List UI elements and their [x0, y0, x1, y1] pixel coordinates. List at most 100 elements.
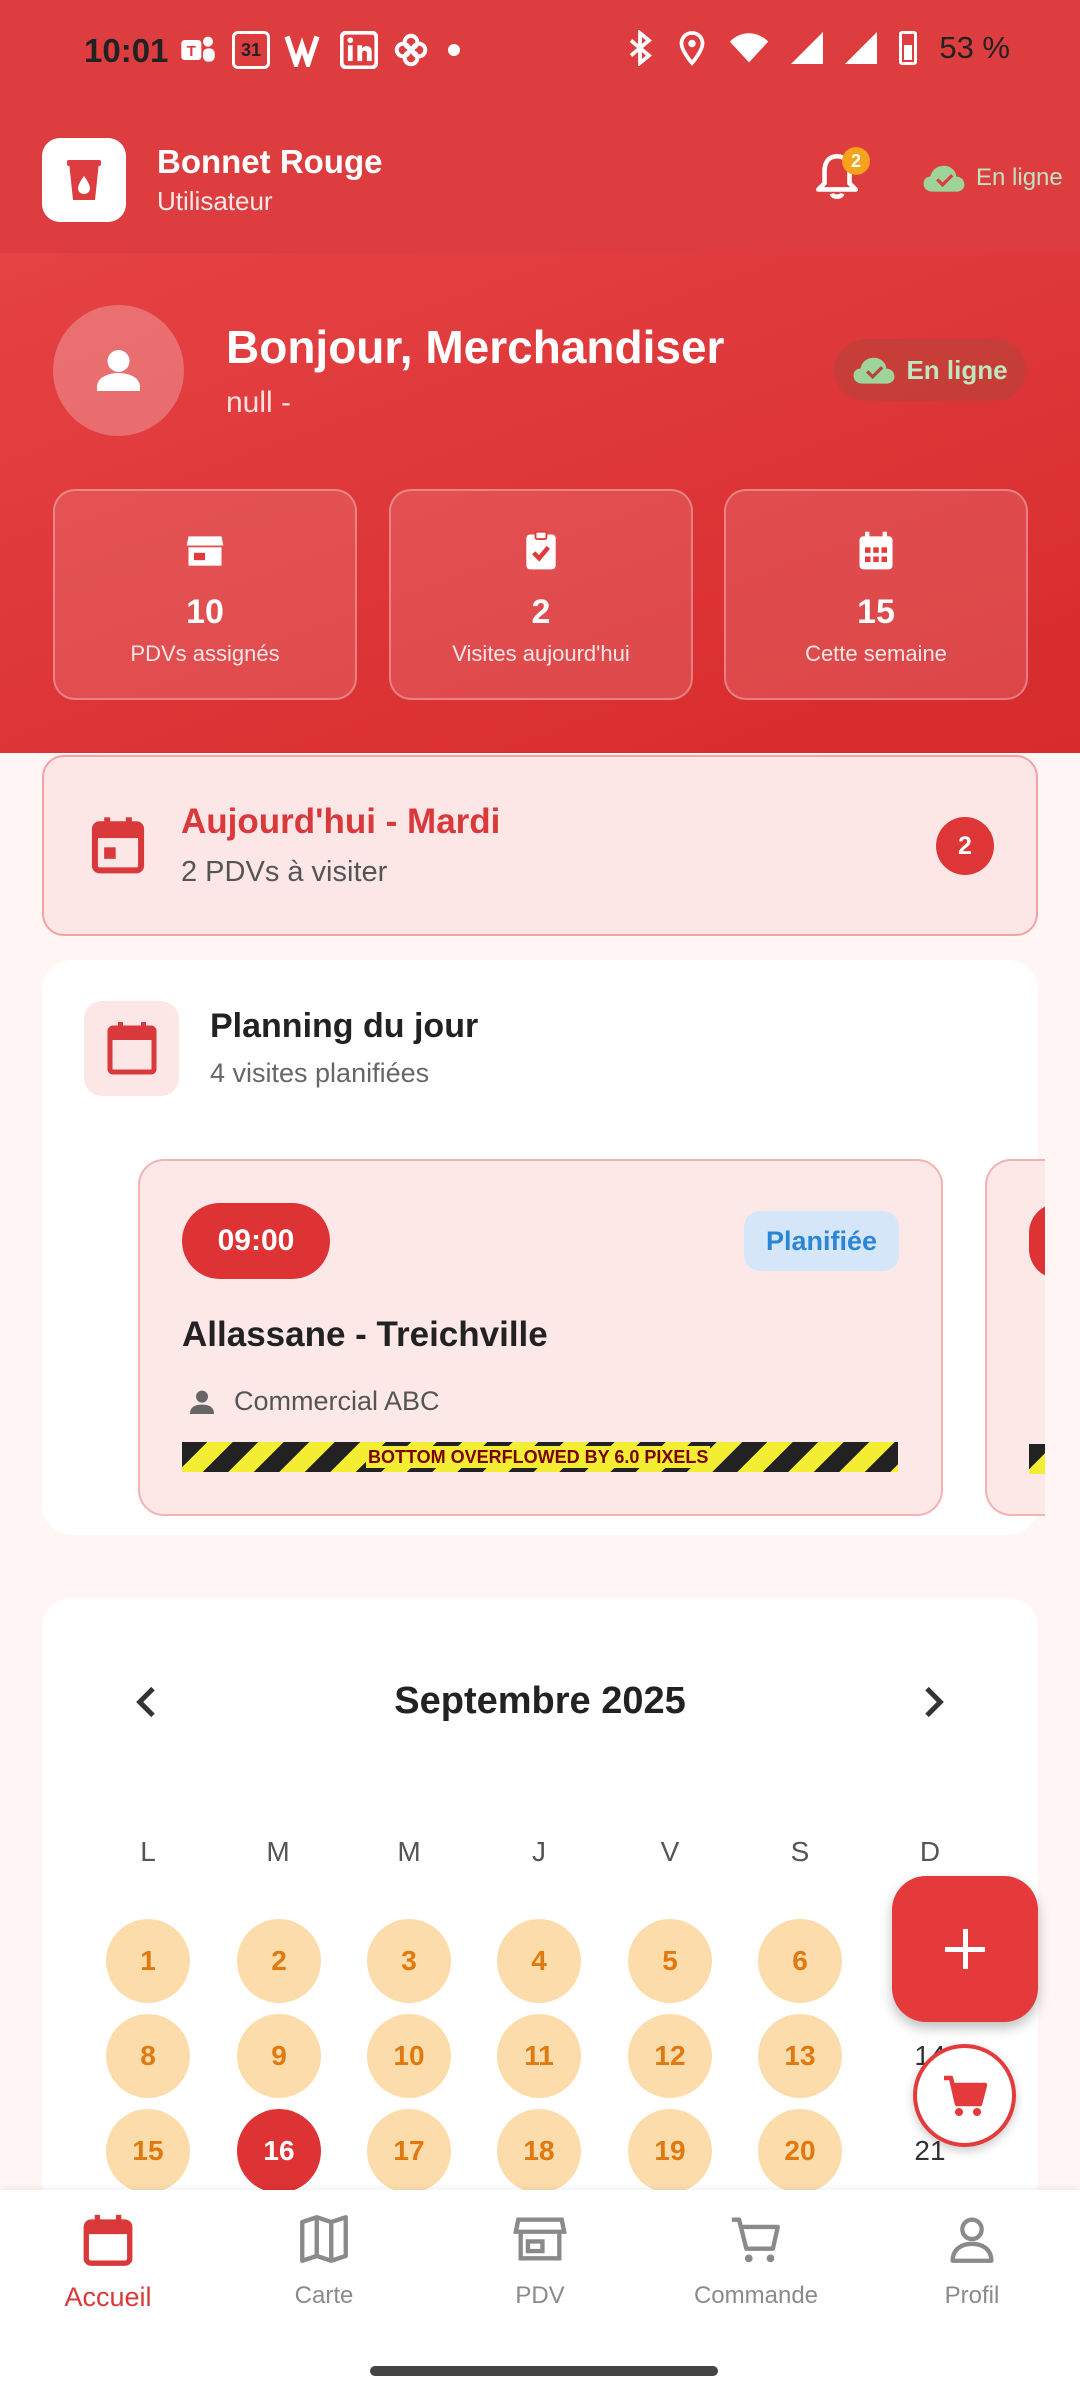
calendar-day[interactable]: 13: [758, 2014, 842, 2098]
visit-time-chip: 09:00: [182, 1203, 330, 1279]
app-role: Utilisateur: [157, 186, 273, 216]
clipboard-check-icon: [526, 530, 556, 570]
signal-icon: [791, 32, 824, 64]
calendar-day[interactable]: 1: [106, 1919, 190, 2003]
cart-button[interactable]: [913, 2044, 1016, 2147]
nav-label: Accueil: [64, 2282, 152, 2312]
calendar-day[interactable]: 9: [237, 2014, 321, 2098]
today-subtitle: 2 PDVs à visiter: [181, 856, 388, 888]
calendar-31-icon: 31: [232, 31, 270, 69]
nav-item-profil[interactable]: Profil: [882, 2210, 1062, 2310]
nav-item-accueil[interactable]: Accueil: [18, 2210, 198, 2313]
greeting-subtitle: null -: [226, 386, 292, 419]
nav-label: Carte: [294, 2282, 354, 2309]
stat-card-this-week[interactable]: 15 Cette semaine: [724, 489, 1028, 700]
calendar-day[interactable]: 6: [758, 1919, 842, 2003]
calendar-day[interactable]: 18: [497, 2109, 581, 2193]
chevron-left-icon[interactable]: [128, 1682, 168, 1722]
nav-item-carte[interactable]: Carte: [234, 2210, 414, 2310]
svg-text:T: T: [187, 43, 196, 60]
nav-label: Commande: [693, 2282, 819, 2309]
planning-subtitle: 4 visites planifiées: [210, 1058, 430, 1088]
calendar-icon: [91, 817, 145, 874]
add-button[interactable]: [892, 1876, 1038, 2022]
battery-percent: 53 %: [939, 30, 1010, 65]
store-icon: [513, 2217, 567, 2261]
person-icon: [97, 350, 140, 391]
weekday-label: L: [140, 1836, 156, 1867]
dot-icon: [448, 44, 460, 56]
signal-2-icon: [845, 32, 878, 64]
visit-card-next[interactable]: [985, 1159, 1045, 1516]
weekday-label: M: [397, 1836, 421, 1867]
calendar-day[interactable]: 5: [628, 1919, 712, 2003]
nav-label: PDV: [515, 2282, 565, 2309]
calendar-day-selected[interactable]: 16: [237, 2109, 321, 2193]
weekday-label: S: [790, 1836, 810, 1867]
weekday-label: V: [660, 1836, 680, 1867]
linkedin-icon: [340, 31, 378, 69]
map-icon: [300, 2215, 348, 2263]
calendar-day[interactable]: 19: [628, 2109, 712, 2193]
chevron-right-icon[interactable]: [912, 1682, 952, 1722]
stat-value: 10: [186, 593, 224, 631]
nav-item-commande[interactable]: Commande: [666, 2210, 846, 2310]
today-title: Aujourd'hui - Mardi: [181, 802, 501, 841]
app-logo: [42, 138, 126, 222]
stat-label: Cette semaine: [805, 641, 947, 666]
pinwheel-icon: [394, 33, 428, 67]
weekday-label: M: [266, 1836, 290, 1867]
home-indicator[interactable]: [370, 2366, 718, 2376]
visit-status-badge: Planifiée: [744, 1211, 899, 1271]
calendar-day[interactable]: 15: [106, 2109, 190, 2193]
person-icon: [190, 1390, 214, 1414]
notification-badge: 2: [842, 147, 870, 175]
today-banner[interactable]: [42, 755, 1038, 936]
overflow-warning-text: BOTTOM OVERFLOWED BY 6.0 PIXELS: [366, 1446, 711, 1468]
status-notification-icons: T 31: [178, 30, 464, 70]
calendar-icon: [859, 531, 893, 570]
wifi-icon: [730, 33, 769, 63]
cloud-check-icon: [923, 165, 965, 192]
stat-card-visits-today[interactable]: 2 Visites aujourd'hui: [389, 489, 693, 700]
calendar-day[interactable]: 10: [367, 2014, 451, 2098]
location-icon: [679, 31, 705, 66]
calendar-day[interactable]: 3: [367, 1919, 451, 2003]
nav-item-pdv[interactable]: PDV: [450, 2210, 630, 2310]
teams-icon: T: [181, 36, 215, 62]
visit-name: Allassane - Treichville: [182, 1315, 548, 1354]
stat-label: Visites aujourd'hui: [452, 641, 630, 666]
header-online-status: En ligne: [922, 163, 1063, 193]
calendar-day[interactable]: 8: [106, 2014, 190, 2098]
greeting: Bonjour, Merchandiser: [226, 321, 725, 373]
planning-title: Planning du jour: [210, 1007, 479, 1045]
overflow-warning-stripe: [1029, 1444, 1045, 1474]
cart-icon: [731, 2217, 780, 2263]
bluetooth-icon: [630, 30, 653, 66]
visit-time-chip: [1029, 1203, 1045, 1279]
weekday-label: J: [532, 1836, 546, 1867]
status-system-icons: 53 %: [625, 30, 1010, 66]
calendar-day[interactable]: 4: [497, 1919, 581, 2003]
store-icon: [186, 536, 224, 566]
cart-icon: [944, 2075, 988, 2116]
calendar-icon: [83, 2214, 133, 2266]
visit-commercial: Commercial ABC: [234, 1386, 440, 1416]
stat-value: 2: [531, 593, 551, 631]
calendar-day[interactable]: 12: [628, 2014, 712, 2098]
header-online-label: En ligne: [976, 164, 1063, 191]
status-time: 10:01: [84, 32, 169, 69]
calendar-day[interactable]: 20: [758, 2109, 842, 2193]
stat-card-pdvs[interactable]: 10 PDVs assignés: [53, 489, 357, 700]
calendar-day[interactable]: 2: [237, 1919, 321, 2003]
today-count-badge: 2: [936, 817, 994, 875]
planning-icon-box: [84, 1001, 179, 1096]
battery-icon: [899, 31, 918, 65]
calendar-icon: [107, 1022, 157, 1075]
calendar-day[interactable]: 17: [367, 2109, 451, 2193]
avatar: [53, 305, 184, 436]
calendar-day[interactable]: 11: [497, 2014, 581, 2098]
calendar-month: Septembre 2025: [394, 1680, 686, 1722]
hero-online-badge: En ligne: [834, 339, 1026, 401]
cloud-check-icon: [853, 357, 895, 384]
